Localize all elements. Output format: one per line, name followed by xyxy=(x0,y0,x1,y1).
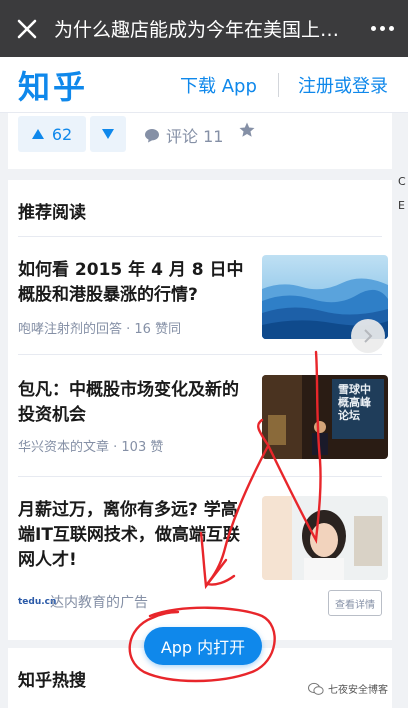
divider xyxy=(18,236,382,237)
article-meta: 华兴资本的文章 · 103 赞 xyxy=(18,440,164,455)
divider xyxy=(18,354,382,355)
article-meta: 咆哮注射剂的回答 · 16 赞同 xyxy=(18,322,182,337)
person-photo-image xyxy=(262,496,388,580)
divider xyxy=(18,476,382,477)
upvote-count: 62 xyxy=(51,124,73,144)
edge-text: C xyxy=(398,175,406,188)
recommended-reading-section: 推荐阅读 如何看 2015 年 4 月 8 日中概股和港股暴涨的行情? 咆哮注射… xyxy=(8,180,392,640)
comment-label: 评论 11 xyxy=(166,127,224,146)
comment-icon xyxy=(145,128,159,142)
watermark-text: 七夜安全博客 xyxy=(328,685,388,696)
article-title[interactable]: 包凡：中概股市场变化及新的投资机会 xyxy=(18,378,248,428)
thumbnail-caption: 雪球中概高峰论坛 xyxy=(338,383,371,422)
webview-topbar: 为什么趣店能成为今年在美国上市的 xyxy=(0,0,408,57)
downvote-button[interactable] xyxy=(90,116,126,152)
more-dot-icon xyxy=(370,26,376,31)
open-in-app-button[interactable]: App 内打开 xyxy=(144,627,262,665)
article-thumbnail[interactable]: 雪球中概高峰论坛 xyxy=(262,375,388,459)
ad-thumbnail[interactable] xyxy=(262,496,388,580)
favorite-button[interactable] xyxy=(238,121,256,143)
upvote-button[interactable]: 62 xyxy=(18,116,86,152)
comment-button[interactable]: 评论 11 xyxy=(144,123,223,147)
section-title: 知乎热搜 xyxy=(18,671,86,691)
close-icon xyxy=(17,19,37,38)
wechat-icon xyxy=(308,682,324,695)
view-details-button[interactable]: 查看详情 xyxy=(328,590,382,616)
triangle-up-icon xyxy=(31,129,44,139)
star-icon xyxy=(239,122,255,137)
zhihu-logo[interactable]: 知乎 xyxy=(18,62,88,108)
download-app-link[interactable]: 下载 App xyxy=(180,72,257,98)
close-button[interactable] xyxy=(0,0,54,57)
login-link[interactable]: 注册或登录 xyxy=(298,72,388,98)
ad-source-label: 达内教育的广告 xyxy=(50,595,148,611)
section-title: 推荐阅读 xyxy=(18,203,86,223)
triangle-down-icon xyxy=(102,129,114,139)
more-dot-icon xyxy=(379,26,385,31)
chevron-right-icon xyxy=(364,329,373,343)
more-dot-icon xyxy=(388,26,394,31)
more-menu-button[interactable] xyxy=(356,0,408,57)
edge-text: E xyxy=(398,199,405,212)
header-divider xyxy=(278,73,279,97)
ad-title[interactable]: 月薪过万，离你有多远? 学高端IT互联网技术，做高端互联网人才! xyxy=(18,498,248,573)
carousel-next-button[interactable] xyxy=(351,319,385,353)
answer-actions: 62 评论 11 xyxy=(8,113,392,169)
article-title[interactable]: 如何看 2015 年 4 月 8 日中概股和港股暴涨的行情? xyxy=(18,258,248,308)
watermark: 七夜安全博客 xyxy=(308,681,388,696)
page-title: 为什么趣店能成为今年在美国上市的 xyxy=(54,19,356,41)
site-header: 知乎 下载 App 注册或登录 xyxy=(0,57,408,113)
